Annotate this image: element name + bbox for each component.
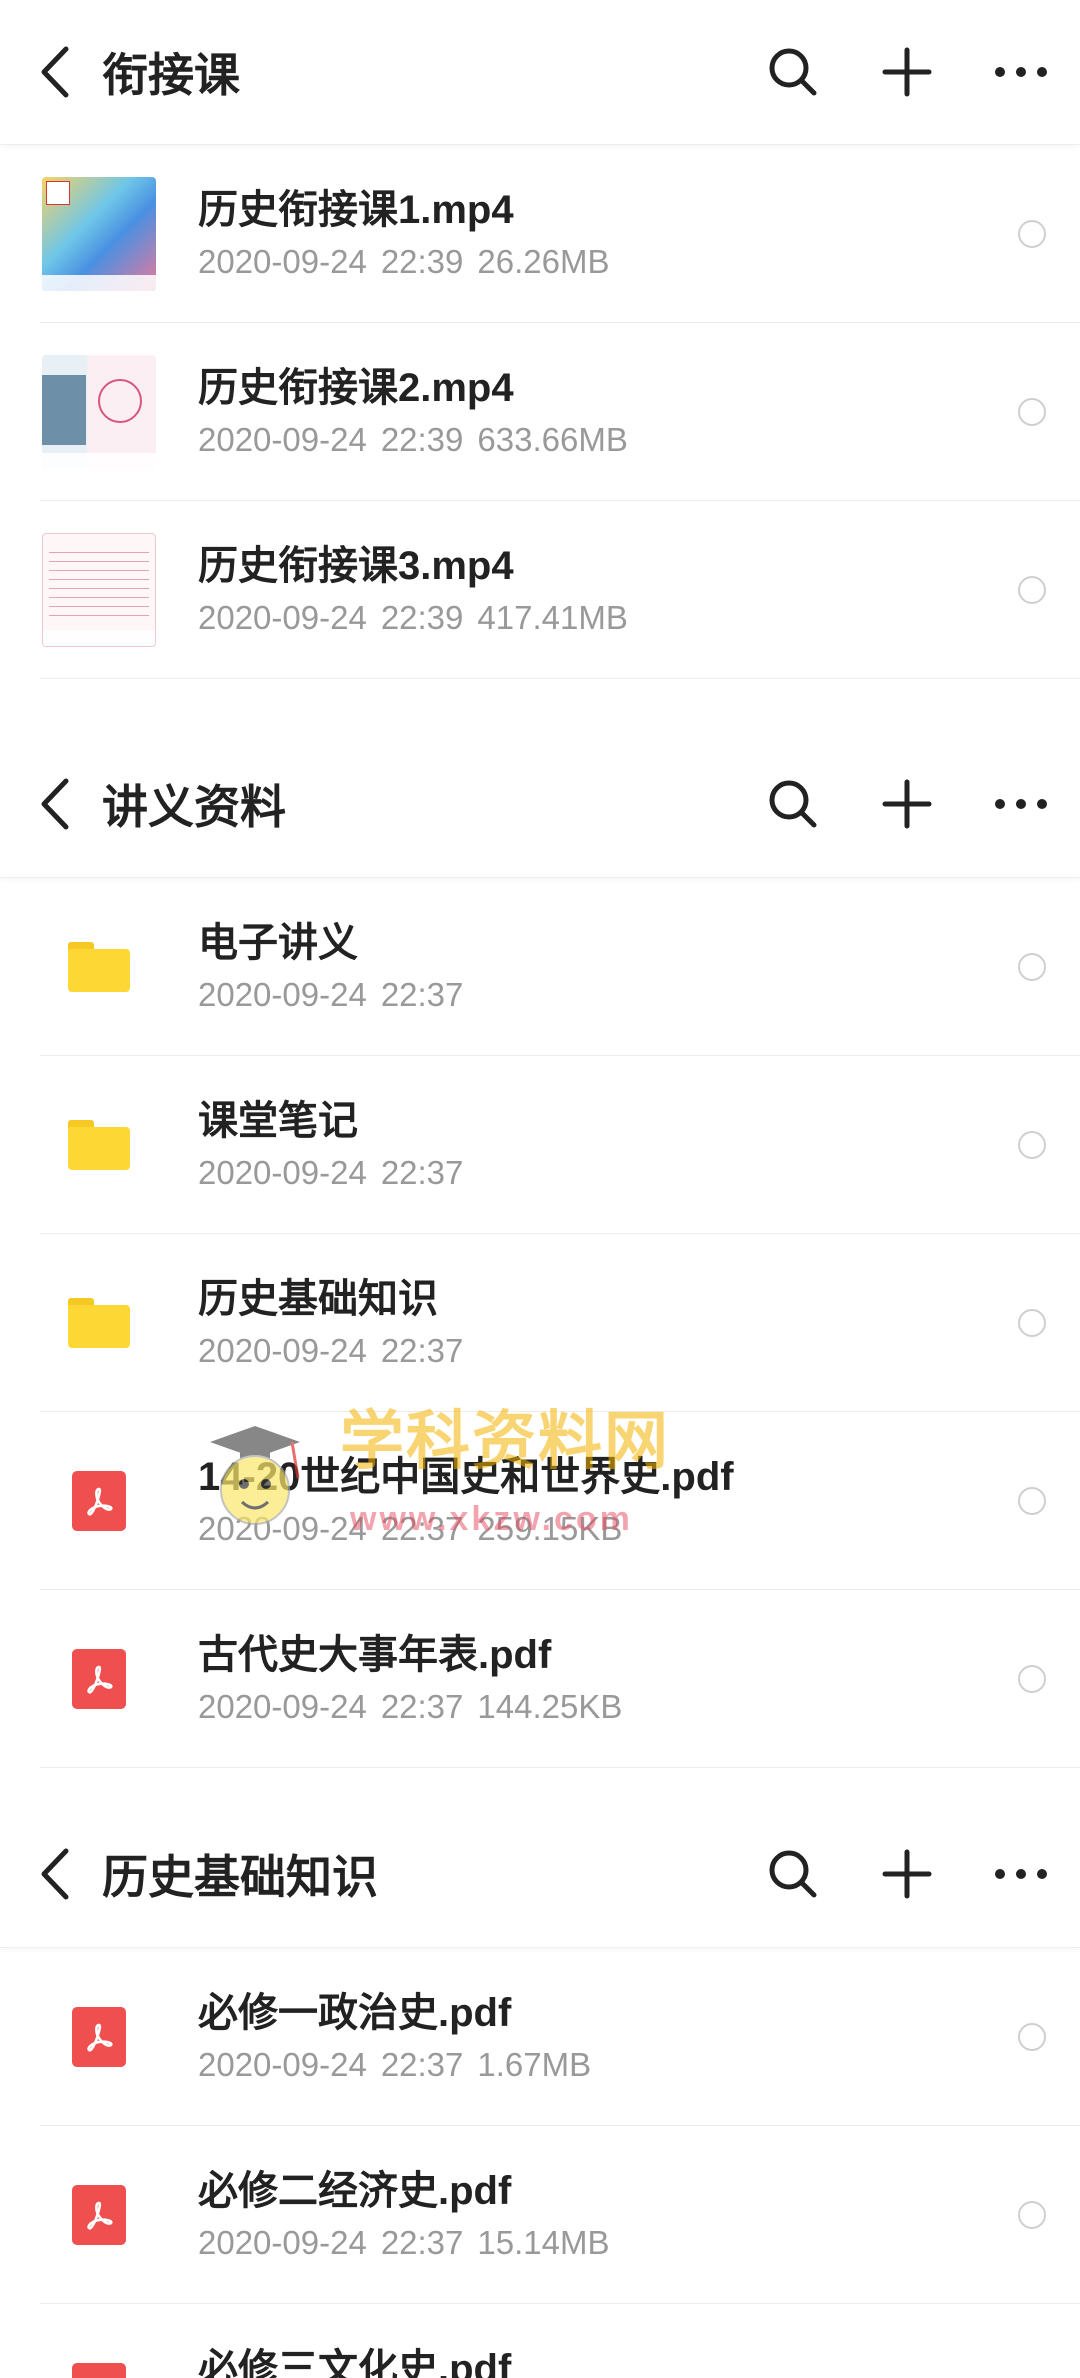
search-button[interactable] — [756, 35, 830, 109]
file-meta: 2020-09-24 22:37 259.15KB — [198, 1510, 623, 1547]
panel-header: 历史基础知识 — [0, 1800, 1080, 1948]
file-row[interactable]: 历史衔接课1.mp4 2020-09-24 22:39 26.26MB — [40, 145, 1080, 323]
chevron-left-icon — [41, 778, 69, 829]
file-name: 历史基础知识 — [198, 1277, 438, 1321]
panel-lishi-jichu-zhishi: 历史基础知识 必修一政治史.pdf 2020-09-24 22:37 1.67MB — [0, 1800, 1080, 2378]
plus-icon — [882, 1849, 932, 1898]
file-list: 电子讲义 2020-09-24 22:37 课堂笔记 2020-09-24 22:3… — [0, 878, 1080, 1768]
search-icon — [769, 780, 817, 827]
file-name: 14-20世纪中国史和世界史.pdf — [198, 1455, 734, 1499]
file-row[interactable]: 必修二经济史.pdf 2020-09-24 22:37 15.14MB — [40, 2126, 1080, 2304]
select-radio[interactable] — [1018, 2022, 1046, 2051]
chevron-left-icon — [41, 46, 69, 98]
back-button[interactable] — [30, 42, 80, 102]
file-name: 必修一政治史.pdf — [198, 1991, 512, 2035]
more-horizontal-icon — [995, 1868, 1047, 1879]
folder-row[interactable]: 电子讲义 2020-09-24 22:37 — [40, 878, 1080, 1056]
select-radio[interactable] — [1018, 2200, 1046, 2229]
file-name: 课堂笔记 — [198, 1099, 358, 1143]
select-radio[interactable] — [1018, 397, 1046, 426]
search-button[interactable] — [756, 767, 830, 841]
select-radio[interactable] — [1018, 1130, 1046, 1159]
more-button[interactable] — [984, 1837, 1058, 1911]
more-button[interactable] — [984, 35, 1058, 109]
search-icon — [769, 1850, 817, 1897]
file-row[interactable]: 必修三文化史.pdf — [40, 2304, 1080, 2378]
file-list: 历史衔接课1.mp4 2020-09-24 22:39 26.26MB 历史衔接课2… — [0, 145, 1080, 679]
file-meta: 2020-09-24 22:37 15.14MB — [198, 2224, 610, 2261]
plus-icon — [882, 47, 932, 97]
panel-title: 历史基础知识 — [102, 1850, 378, 1903]
back-button[interactable] — [30, 1844, 80, 1904]
chevron-left-icon — [41, 1848, 69, 1899]
file-meta: 2020-09-24 22:37 1.67MB — [198, 2046, 592, 2083]
pdf-file-icon — [72, 2006, 126, 2067]
video-thumbnail — [42, 354, 156, 469]
panel-header: 衔接课 — [0, 0, 1080, 145]
file-meta: 2020-09-24 22:37 — [198, 976, 464, 1013]
file-meta: 2020-09-24 22:37 — [198, 1154, 464, 1191]
panel-xianjieke: 衔接课 历史衔接课1.mp4 2020-09-24 22:39 26.26MB 历史… — [0, 0, 1080, 720]
panel-title: 讲义资料 — [102, 780, 286, 833]
folder-icon — [68, 941, 130, 992]
pdf-file-icon — [72, 1648, 126, 1709]
file-meta: 2020-09-24 22:37 144.25KB — [198, 1688, 623, 1725]
file-meta: 2020-09-24 22:39 633.66MB — [198, 421, 628, 458]
folder-icon — [68, 1119, 130, 1170]
file-row[interactable]: 古代史大事年表.pdf 2020-09-24 22:37 144.25KB — [40, 1590, 1080, 1768]
plus-icon — [882, 779, 932, 828]
add-button[interactable] — [870, 35, 944, 109]
video-thumbnail — [42, 176, 156, 291]
select-radio[interactable] — [1018, 952, 1046, 981]
file-name: 必修二经济史.pdf — [198, 2169, 512, 2213]
file-meta: 2020-09-24 22:39 417.41MB — [198, 599, 628, 636]
pdf-file-icon — [72, 2362, 126, 2378]
folder-row[interactable]: 课堂笔记 2020-09-24 22:37 — [40, 1056, 1080, 1234]
pdf-file-icon — [72, 2184, 126, 2245]
select-radio[interactable] — [1018, 1664, 1046, 1693]
folder-icon — [68, 1297, 130, 1348]
panel-title: 衔接课 — [102, 49, 240, 101]
add-button[interactable] — [870, 767, 944, 841]
more-button[interactable] — [984, 767, 1058, 841]
file-meta: 2020-09-24 22:39 26.26MB — [198, 243, 610, 280]
file-row[interactable]: 14-20世纪中国史和世界史.pdf 2020-09-24 22:37 259.15… — [40, 1412, 1080, 1590]
more-horizontal-icon — [995, 67, 1047, 77]
file-name: 历史衔接课1.mp4 — [198, 188, 514, 232]
panel-jiangyi-ziliao: 讲义资料 电子讲义 2020-09-24 22:37 课堂笔记 2020-09-2… — [0, 730, 1080, 1780]
select-radio[interactable] — [1018, 1308, 1046, 1337]
file-list: 必修一政治史.pdf 2020-09-24 22:37 1.67MB 必修二经济史.… — [0, 1948, 1080, 2378]
file-name: 历史衔接课3.mp4 — [198, 544, 514, 588]
file-row[interactable]: 必修一政治史.pdf 2020-09-24 22:37 1.67MB — [40, 1948, 1080, 2126]
search-button[interactable] — [756, 1837, 830, 1911]
select-radio[interactable] — [1018, 575, 1046, 604]
select-radio[interactable] — [1018, 219, 1046, 248]
back-button[interactable] — [30, 774, 80, 834]
file-name: 历史衔接课2.mp4 — [198, 366, 514, 410]
video-thumbnail — [42, 532, 156, 647]
search-icon — [769, 48, 817, 96]
file-name: 必修三文化史.pdf — [198, 2347, 512, 2378]
add-button[interactable] — [870, 1837, 944, 1911]
pdf-file-icon — [72, 1470, 126, 1531]
file-name: 电子讲义 — [198, 921, 358, 965]
file-row[interactable]: 历史衔接课3.mp4 2020-09-24 22:39 417.41MB — [40, 501, 1080, 679]
folder-row[interactable]: 历史基础知识 2020-09-24 22:37 — [40, 1234, 1080, 1412]
file-meta: 2020-09-24 22:37 — [198, 1332, 464, 1369]
file-name: 古代史大事年表.pdf — [198, 1633, 552, 1677]
panel-header: 讲义资料 — [0, 730, 1080, 878]
select-radio[interactable] — [1018, 1486, 1046, 1515]
more-horizontal-icon — [995, 798, 1047, 809]
file-row[interactable]: 历史衔接课2.mp4 2020-09-24 22:39 633.66MB — [40, 323, 1080, 501]
